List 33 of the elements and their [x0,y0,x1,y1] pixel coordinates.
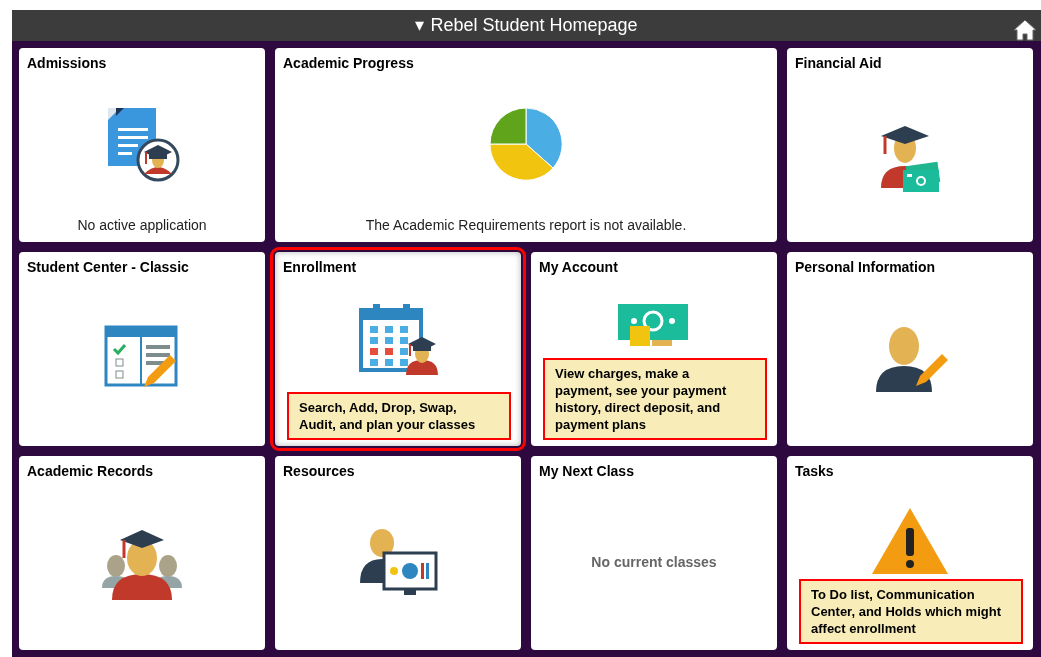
tile-title: Student Center - Classic [27,258,189,276]
tile-title: Tasks [795,462,834,480]
homepage-tile[interactable]: Admissions No active application [19,48,265,242]
status-text: No current classes [591,552,717,572]
tile-title: Admissions [27,54,107,72]
homepage-tile[interactable]: Personal Information [787,252,1033,446]
tile-title: My Account [539,258,618,276]
calendar-student-icon [358,302,438,376]
status-text: No active application [77,216,207,235]
home-icon[interactable] [1013,19,1037,41]
warning-icon [870,506,950,576]
status-text: The Academic Requirements report is not available. [365,216,687,235]
tile-title: My Next Class [539,462,634,480]
homepage-tile[interactable]: My Account View charges, make a payment, see your payment history, direct deposit, and payment plans [531,252,777,446]
tile-title: Enrollment [283,258,357,276]
homepage-tile[interactable]: Financial Aid [787,48,1033,242]
presentation-screen-icon [358,527,438,597]
callout-note: View charges, make a payment, see your payment history, direct deposit, and payment plans [543,358,767,440]
tile-title: Academic Records [27,462,154,480]
tile-title: Academic Progress [283,54,414,72]
callout-note: Search, Add, Drop, Swap, Audit, and plan your classes [287,392,511,440]
tile-title: Resources [283,462,355,480]
callout-note: To Do list, Communication Center, and Holds which might affect enrollment [799,579,1023,644]
homepage-tile[interactable]: Academic Progress The Academic Requirements report is not available. [275,48,777,242]
homepage-selector[interactable]: ▾ Rebel Student Homepage [415,12,638,39]
homepage-tile[interactable]: Academic Records [19,456,265,650]
tile-title: Financial Aid [795,54,882,72]
pie-chart-icon [488,105,564,182]
homepage-tile[interactable]: My Next Class No current classes [531,456,777,650]
homepage-tile[interactable]: Resources [275,456,521,650]
homepage-tile[interactable]: Tasks To Do list, Communication Center, and Holds which might affect enrollment [787,456,1033,650]
tile-title: Personal Information [795,258,936,276]
homepage-tile[interactable]: Student Center - Classic [19,252,265,446]
